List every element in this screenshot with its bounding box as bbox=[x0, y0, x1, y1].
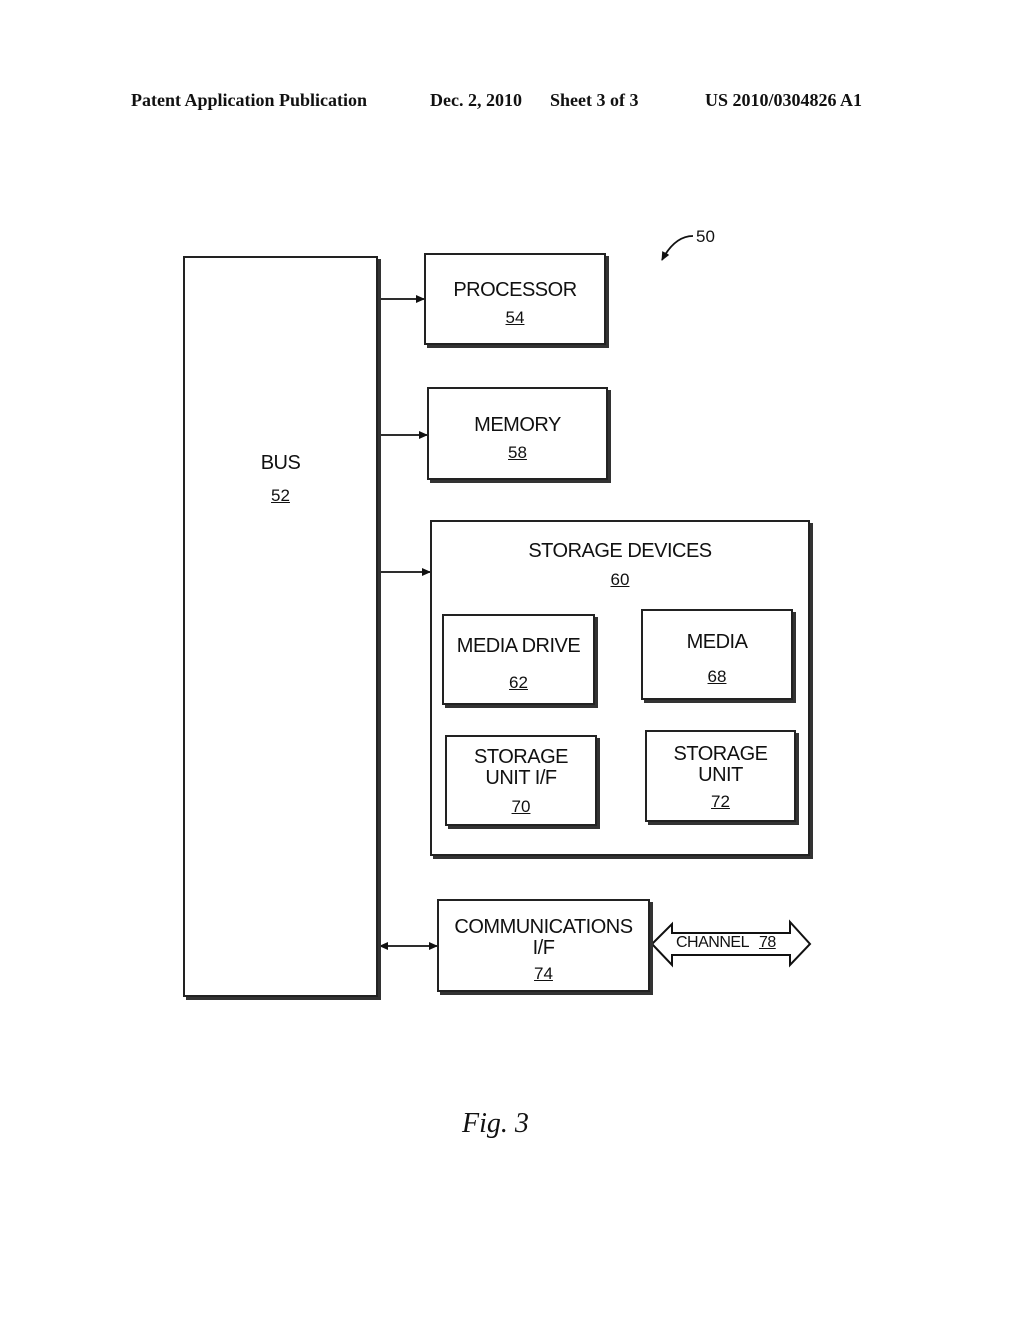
storage-unit-ref: 72 bbox=[711, 792, 730, 811]
processor-label: PROCESSOR bbox=[453, 279, 577, 301]
storage-unit-if-label-line2: UNIT I/F bbox=[485, 767, 557, 789]
bus-ref: 52 bbox=[271, 486, 290, 505]
bus-block: BUS 52 bbox=[183, 256, 378, 997]
media-drive-label: MEDIA DRIVE bbox=[456, 635, 581, 657]
media-ref: 68 bbox=[707, 667, 727, 686]
communications-if-label-line1: COMMUNICATIONS bbox=[454, 916, 633, 938]
channel-label-group: CHANNEL 78 bbox=[676, 934, 776, 952]
storage-unit-if-ref: 70 bbox=[511, 797, 531, 816]
media-block: MEDIA 68 bbox=[641, 609, 793, 700]
storage-unit-if-block: STORAGE UNIT I/F 70 bbox=[445, 735, 597, 826]
channel-label: CHANNEL bbox=[676, 934, 749, 951]
processor-block: PROCESSOR 54 bbox=[424, 253, 606, 345]
communications-if-block: COMMUNICATIONS I/F 74 bbox=[437, 899, 650, 992]
communications-if-ref: 74 bbox=[534, 964, 553, 983]
media-drive-block: MEDIA DRIVE 62 bbox=[442, 614, 595, 705]
memory-ref: 58 bbox=[508, 443, 527, 462]
media-label: MEDIA bbox=[686, 631, 748, 653]
storage-unit-label-line1: STORAGE bbox=[673, 743, 768, 765]
storage-devices-ref: 60 bbox=[610, 570, 630, 589]
processor-ref: 54 bbox=[505, 308, 525, 327]
figure-caption: Fig. 3 bbox=[462, 1108, 529, 1139]
communications-if-label-line2: I/F bbox=[532, 937, 555, 959]
storage-unit-block: STORAGE UNIT 72 bbox=[645, 730, 796, 822]
memory-label: MEMORY bbox=[474, 414, 561, 436]
media-drive-ref: 62 bbox=[509, 673, 528, 692]
storage-unit-if-label-line1: STORAGE bbox=[474, 746, 568, 768]
bus-label: BUS bbox=[260, 452, 301, 474]
storage-devices-label: STORAGE DEVICES bbox=[528, 540, 712, 562]
channel-ref: 78 bbox=[758, 934, 776, 951]
storage-unit-label-line2: UNIT bbox=[698, 764, 743, 786]
memory-block: MEMORY 58 bbox=[427, 387, 608, 480]
system-ref-arrow bbox=[661, 235, 694, 261]
